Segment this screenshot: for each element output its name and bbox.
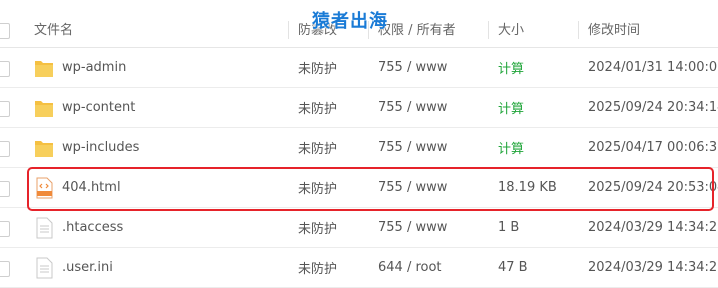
folder-icon	[34, 57, 54, 79]
calculate-size-link[interactable]: 计算	[498, 88, 524, 127]
column-divider	[288, 21, 289, 39]
protection-status[interactable]: 未防护	[298, 128, 337, 167]
file-name[interactable]: wp-content	[62, 88, 135, 127]
permission-owner[interactable]: 755 / www	[378, 208, 447, 247]
calculate-size-link[interactable]: 计算	[498, 48, 524, 87]
file-icon	[34, 257, 54, 279]
column-divider	[488, 21, 489, 39]
permission-owner[interactable]: 755 / www	[378, 88, 447, 127]
file-name[interactable]: wp-admin	[62, 48, 126, 87]
file-name[interactable]: .user.ini	[62, 248, 113, 287]
modified-time: 2024/01/31 14:00:03	[588, 60, 718, 75]
row-checkbox[interactable]	[0, 261, 10, 277]
row-checkbox[interactable]	[0, 221, 10, 237]
file-size: 47 B	[498, 260, 528, 275]
row-checkbox[interactable]	[0, 181, 10, 197]
calculate-size-link[interactable]: 计算	[498, 128, 524, 167]
table-row[interactable]: wp-admin 未防护 755 / www 计算 2024/01/31 14:…	[0, 48, 718, 88]
row-checkbox[interactable]	[0, 141, 10, 157]
modified-time: 2025/09/24 20:34:14	[588, 100, 718, 115]
modified-time: 2024/03/29 14:34:20	[588, 220, 718, 235]
highlight-box	[27, 167, 714, 211]
modified-time: 2025/04/17 00:06:38	[588, 140, 718, 155]
column-header-size[interactable]: 大小	[498, 10, 524, 47]
permission-owner[interactable]: 644 / root	[378, 248, 442, 287]
row-checkbox[interactable]	[0, 61, 10, 77]
modified-time: 2024/03/29 14:34:20	[588, 260, 718, 275]
watermark-text: 猿者出海	[312, 11, 388, 32]
column-divider	[578, 21, 579, 39]
select-all-checkbox[interactable]	[0, 23, 10, 39]
folder-icon	[34, 137, 54, 159]
protection-status[interactable]: 未防护	[298, 48, 337, 87]
file-icon	[34, 217, 54, 239]
table-row[interactable]: .htaccess 未防护 755 / www 1 B 2024/03/29 1…	[0, 208, 718, 248]
column-header-permission[interactable]: 权限 / 所有者	[378, 10, 456, 47]
table-row[interactable]: wp-content 未防护 755 / www 计算 2025/09/24 2…	[0, 88, 718, 128]
table-row[interactable]: .user.ini 未防护 644 / root 47 B 2024/03/29…	[0, 248, 718, 288]
file-size: 1 B	[498, 220, 520, 235]
row-checkbox[interactable]	[0, 101, 10, 117]
folder-icon	[34, 97, 54, 119]
protection-status[interactable]: 未防护	[298, 88, 337, 127]
permission-owner[interactable]: 755 / www	[378, 128, 447, 167]
permission-owner[interactable]: 755 / www	[378, 48, 447, 87]
table-row[interactable]: wp-includes 未防护 755 / www 计算 2025/04/17 …	[0, 128, 718, 168]
column-header-mtime[interactable]: 修改时间	[588, 10, 640, 47]
file-name[interactable]: .htaccess	[62, 208, 123, 247]
protection-status[interactable]: 未防护	[298, 208, 337, 247]
file-name[interactable]: wp-includes	[62, 128, 139, 167]
protection-status[interactable]: 未防护	[298, 248, 337, 287]
column-header-name[interactable]: 文件名	[34, 10, 73, 47]
